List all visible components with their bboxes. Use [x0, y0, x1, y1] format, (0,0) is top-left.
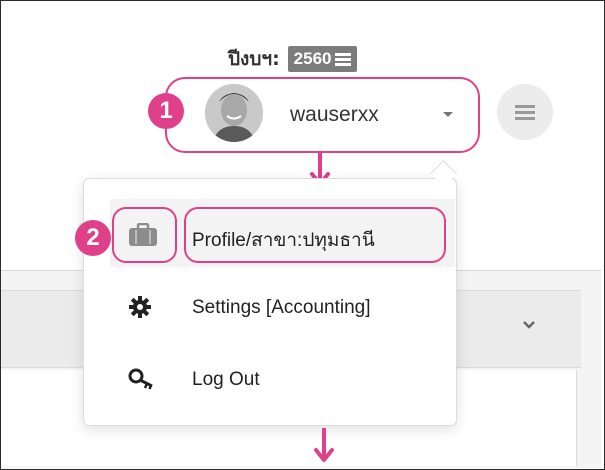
menu-item-settings-label: Settings [Accounting]	[192, 297, 371, 318]
gear-icon	[129, 296, 151, 318]
briefcase-icon	[129, 223, 157, 246]
fiscal-year-value: 2560	[293, 49, 332, 68]
step-2-badge: 2	[75, 220, 111, 256]
username[interactable]: wauserxx	[290, 103, 379, 127]
hamburger-menu-button[interactable]	[497, 84, 553, 140]
fiscal-year: ปีงบฯ: 2560	[228, 44, 357, 74]
avatar[interactable]	[205, 84, 263, 142]
fiscal-year-selector[interactable]: 2560	[287, 46, 357, 72]
arrow-down-icon	[314, 428, 334, 462]
key-icon	[128, 368, 153, 390]
menu-item-logout-label: Log Out	[192, 369, 260, 390]
fiscal-year-label: ปีงบฯ:	[228, 48, 280, 70]
menu-item-profile-label: Profile/สาขา:ปทุมธานี	[192, 230, 375, 251]
chevron-down-icon[interactable]	[522, 318, 536, 332]
menu-icon	[334, 53, 351, 66]
caret-down-icon[interactable]	[443, 112, 453, 117]
step-1-badge: 1	[148, 93, 184, 129]
